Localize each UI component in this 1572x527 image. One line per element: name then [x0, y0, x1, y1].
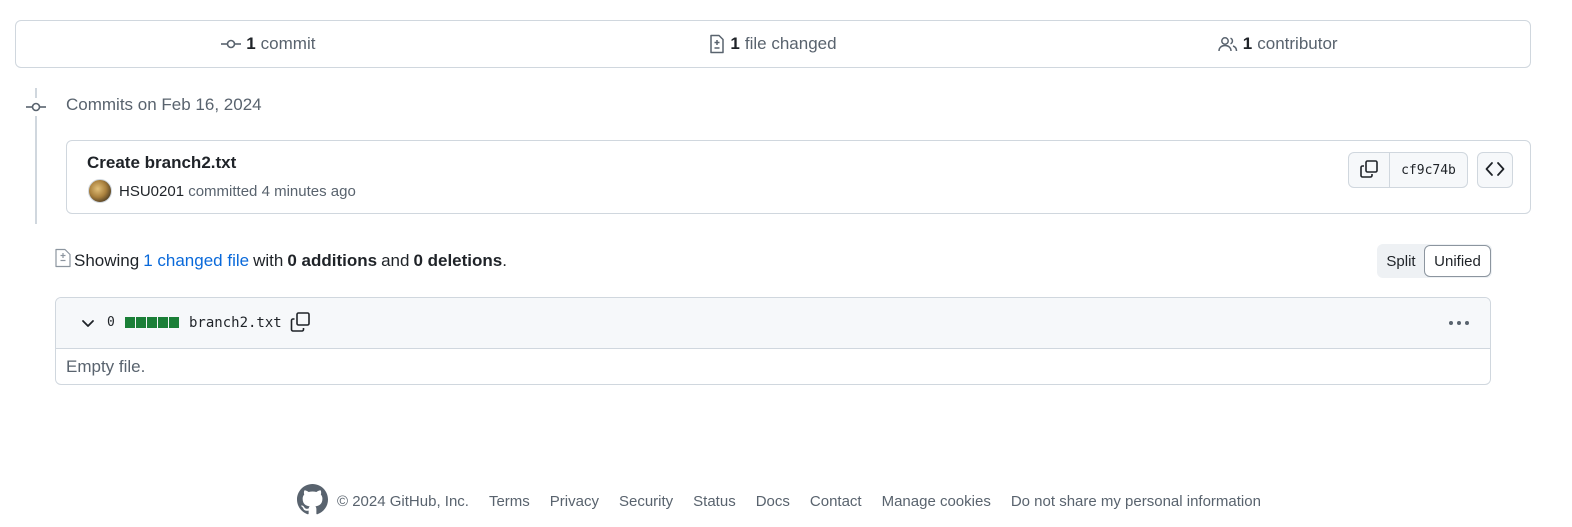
diff-summary: Showing 1 changed file with 0 additions …: [54, 248, 507, 273]
diffstat-block: [147, 317, 157, 328]
summary-commits-label: commit: [260, 34, 316, 53]
copy-icon: [1359, 159, 1379, 182]
split-view-button[interactable]: Split: [1378, 253, 1424, 270]
file-diff: 0 branch2.txt Empty file.: [55, 297, 1491, 385]
summary-commits-count: 1: [246, 34, 256, 53]
footer-copyright: © 2024 GitHub, Inc.: [337, 493, 469, 510]
commit-title-link[interactable]: Create branch2.txt: [87, 153, 236, 173]
diff-view-toggle: Split Unified: [1377, 244, 1492, 278]
diff-showing-label: Showing: [74, 250, 140, 270]
browse-repository-button[interactable]: [1477, 152, 1513, 188]
footer-link-manage-cookies[interactable]: Manage cookies: [882, 493, 991, 510]
diff-period: .: [502, 250, 507, 270]
commit-action: committed: [188, 183, 258, 200]
additions-count: 0 additions: [287, 250, 378, 270]
summary-contributors-count: 1: [1242, 34, 1253, 53]
deletions-count: 0 deletions: [413, 250, 503, 270]
commit-sha-group: cf9c74b: [1348, 152, 1468, 188]
summary-contributors-label: contributor: [1257, 34, 1338, 53]
summary-files[interactable]: 1 file changed: [521, 34, 1026, 54]
commit-time: 4 minutes ago: [261, 183, 356, 200]
diffstat-block: [125, 317, 135, 328]
copy-sha-button[interactable]: [1349, 153, 1390, 187]
diffstat-bar: [125, 317, 179, 328]
code-icon: [1485, 161, 1505, 180]
commit-meta: HSU0201 committed 4 minutes ago: [119, 183, 356, 200]
file-name-link[interactable]: branch2.txt: [189, 315, 282, 331]
commit-list-item: Create branch2.txt HSU0201 committed 4 m…: [66, 140, 1531, 214]
people-icon: [1218, 36, 1238, 52]
summary-files-label: file changed: [744, 34, 837, 53]
file-diff-icon: [54, 248, 72, 273]
diff-with-label: with: [253, 250, 284, 270]
summary-files-count: 1: [730, 34, 740, 53]
footer-link-security[interactable]: Security: [619, 493, 673, 510]
git-commit-icon: [25, 98, 47, 116]
file-change-count: 0: [107, 315, 115, 330]
summary-contributors[interactable]: 1 contributor: [1025, 34, 1530, 54]
diffstat-block: [158, 317, 168, 328]
chevron-down-icon[interactable]: [80, 315, 96, 334]
diffstat-block: [136, 317, 146, 328]
unified-view-button[interactable]: Unified: [1424, 245, 1491, 277]
footer-link-docs[interactable]: Docs: [756, 493, 790, 510]
summary-commits[interactable]: 1 commit: [16, 34, 521, 54]
copy-path-icon[interactable]: [289, 311, 311, 336]
github-logo-icon[interactable]: [297, 484, 328, 519]
footer-link-terms[interactable]: Terms: [489, 493, 530, 510]
empty-file-note: Empty file.: [66, 357, 146, 376]
footer-link-privacy[interactable]: Privacy: [550, 493, 599, 510]
diff-and-label: and: [381, 250, 410, 270]
avatar[interactable]: [88, 179, 112, 203]
footer-link-status[interactable]: Status: [693, 493, 736, 510]
site-footer: © 2024 GitHub, Inc. Terms Privacy Securi…: [297, 484, 1261, 519]
commits-date-heading: Commits on Feb 16, 2024: [66, 95, 262, 114]
commit-sha-link[interactable]: cf9c74b: [1390, 153, 1467, 187]
kebab-horizontal-icon[interactable]: [1448, 313, 1470, 336]
changed-files-link[interactable]: 1 changed file: [143, 251, 249, 271]
file-header: 0 branch2.txt: [56, 298, 1490, 349]
footer-link-do-not-share[interactable]: Do not share my personal information: [1011, 493, 1261, 510]
compare-summary-bar: 1 commit 1 file changed 1 contributor: [15, 20, 1531, 68]
diffstat-block: [169, 317, 179, 328]
file-diff-icon: [709, 34, 725, 54]
git-commit-icon: [221, 36, 242, 52]
commit-author-link[interactable]: HSU0201: [119, 183, 184, 200]
footer-link-contact[interactable]: Contact: [810, 493, 862, 510]
